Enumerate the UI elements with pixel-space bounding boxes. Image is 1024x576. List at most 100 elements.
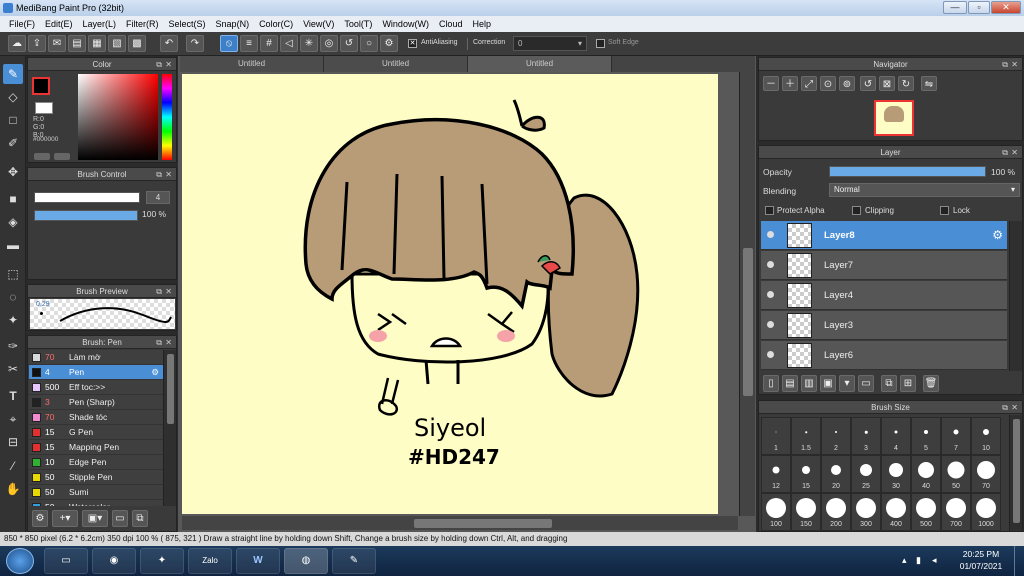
brush-size-option[interactable]: 12	[761, 455, 791, 493]
brush-size-option[interactable]: 30	[881, 455, 911, 493]
taskbar-date[interactable]: 01/07/2021	[956, 561, 1006, 571]
visibility-icon[interactable]	[767, 231, 774, 238]
gradient-tool-icon[interactable]: ▬	[3, 235, 23, 255]
game-icon[interactable]: ✦	[140, 548, 184, 574]
brush-size-option[interactable]: 5	[911, 417, 941, 455]
add-brush-icon[interactable]: +▾	[52, 510, 78, 527]
menu-item[interactable]: Tool(T)	[339, 16, 377, 32]
brush-size-option[interactable]: 1.5	[791, 417, 821, 455]
foreground-color-swatch[interactable]	[32, 77, 50, 95]
brush-size-option[interactable]: 2	[821, 417, 851, 455]
brush-size-option[interactable]: 15	[791, 455, 821, 493]
start-button-icon[interactable]	[6, 548, 34, 574]
taskbar-time[interactable]: 20:25 PM	[956, 549, 1006, 559]
lasso-tool-icon[interactable]: ◌	[3, 287, 23, 307]
folder-icon[interactable]: ▭	[858, 375, 874, 392]
menu-item[interactable]: Layer(L)	[78, 16, 122, 32]
delete-layer-icon[interactable]: 🗑	[923, 375, 939, 392]
duplicate-layer-icon[interactable]: ⧉	[881, 375, 897, 392]
close-panel-icon[interactable]: ✕	[165, 168, 172, 181]
grid-icon[interactable]: ▩	[128, 35, 146, 52]
menu-item[interactable]: Edit(E)	[40, 16, 78, 32]
magic-wand-icon[interactable]: ✦	[3, 310, 23, 330]
document-tab[interactable]: Untitled	[468, 56, 612, 72]
folder-icon[interactable]: ▭	[112, 510, 128, 527]
layer-row[interactable]: Layer8 ⚙	[761, 221, 1007, 250]
zoom-out-icon[interactable]: －	[763, 76, 779, 91]
close-panel-icon[interactable]: ✕	[1011, 146, 1018, 159]
brush-size-option[interactable]: 20	[821, 455, 851, 493]
navigator-thumbnail[interactable]	[874, 100, 914, 136]
flip-icon[interactable]: ⇋	[921, 76, 937, 91]
brush-size-option[interactable]: 70	[971, 455, 1001, 493]
select-tool-icon[interactable]: ⬚	[3, 264, 23, 284]
brush-item[interactable]: 50 Watercolor	[29, 500, 163, 506]
brush-size-option[interactable]: 300	[851, 493, 881, 531]
comment-icon[interactable]: ✉	[48, 35, 66, 52]
brush-size-value[interactable]: 4	[146, 191, 170, 204]
brush-size-option[interactable]: 4	[881, 417, 911, 455]
minimize-button[interactable]: —	[943, 1, 967, 14]
brush-size-option[interactable]: 7	[941, 417, 971, 455]
layer-settings-icon[interactable]: ⚙	[992, 228, 1003, 242]
brush-tool-icon[interactable]: ✎	[3, 64, 23, 84]
scrollbar-thumb[interactable]	[414, 519, 552, 528]
radial-snap-icon[interactable]: ✳	[300, 35, 318, 52]
brush-size-option[interactable]: 10	[971, 417, 1001, 455]
menu-item[interactable]: Window(W)	[377, 16, 434, 32]
medibang-icon[interactable]: ✎	[332, 548, 376, 574]
color-swap-button[interactable]	[54, 153, 70, 160]
canvas-horizontal-scrollbar[interactable]	[182, 516, 738, 530]
rotate-left-icon[interactable]: ↺	[860, 76, 876, 91]
document-tab[interactable]: Untitled	[324, 56, 468, 72]
brush-size-option[interactable]: 400	[881, 493, 911, 531]
menu-item[interactable]: View(V)	[298, 16, 339, 32]
brush-size-option[interactable]: 1000	[971, 493, 1001, 531]
dot-tool-icon[interactable]: □	[3, 110, 23, 130]
eraser-tool-icon[interactable]: ◇	[3, 87, 23, 107]
layer-list-scrollbar[interactable]	[1009, 221, 1022, 371]
layer-menu-icon[interactable]: ▾	[839, 375, 855, 392]
restore-button[interactable]: ▫	[968, 1, 990, 14]
close-panel-icon[interactable]: ✕	[165, 58, 172, 71]
visibility-icon[interactable]	[767, 291, 774, 298]
bucket-tool-icon[interactable]: ◈	[3, 212, 23, 232]
correction-select[interactable]: 0 ▾	[513, 36, 587, 51]
brush-size-option[interactable]: 100	[761, 493, 791, 531]
brush-size-option[interactable]: 40	[911, 455, 941, 493]
layer-row[interactable]: Layer3	[761, 311, 1007, 340]
zoom-in-icon[interactable]: ＋	[782, 76, 798, 91]
redo-icon[interactable]: ↷	[186, 35, 204, 52]
operation-tool-icon[interactable]: ⌖	[3, 409, 23, 429]
close-panel-icon[interactable]: ✕	[165, 336, 172, 349]
menu-item[interactable]: Select(S)	[164, 16, 211, 32]
brush-size-option[interactable]: 1	[761, 417, 791, 455]
menu-item[interactable]: Color(C)	[254, 16, 298, 32]
detach-icon[interactable]: ⧉	[1002, 58, 1008, 71]
brush-size-scrollbar[interactable]	[1009, 415, 1022, 531]
brush-item[interactable]: 50 Sumi	[29, 485, 163, 500]
fit-icon[interactable]: ⤢	[801, 76, 817, 91]
detach-icon[interactable]: ⧉	[156, 336, 162, 349]
menu-item[interactable]: Snap(N)	[211, 16, 255, 32]
layer-row[interactable]: Layer4	[761, 281, 1007, 310]
brush-size-option[interactable]: 700	[941, 493, 971, 531]
layer-row[interactable]: Layer7	[761, 251, 1007, 280]
brush-item[interactable]: 70 Shade tóc	[29, 410, 163, 425]
color-picker-square[interactable]	[78, 74, 158, 160]
brush-size-option[interactable]: 200	[821, 493, 851, 531]
brush-import-icon[interactable]: ▣▾	[82, 510, 108, 527]
close-panel-icon[interactable]: ✕	[1011, 401, 1018, 414]
menu-item[interactable]: Filter(R)	[121, 16, 164, 32]
brush-size-option[interactable]: 25	[851, 455, 881, 493]
blending-select[interactable]: Normal ▾	[829, 183, 1020, 197]
hand-tool-icon[interactable]: ✋	[3, 479, 23, 499]
drawing-canvas[interactable]: Siyeol #HD247	[182, 74, 718, 514]
hue-slider[interactable]	[162, 74, 172, 160]
cross-snap-icon[interactable]: #	[260, 35, 278, 52]
transparent-swatch[interactable]	[35, 102, 53, 114]
rotate-reset-icon[interactable]: ⊠	[879, 76, 895, 91]
select-pen-icon[interactable]: ✑	[3, 336, 23, 356]
document-tab[interactable]: Untitled	[180, 56, 324, 72]
merge-layer-icon[interactable]: ⊞	[900, 375, 916, 392]
